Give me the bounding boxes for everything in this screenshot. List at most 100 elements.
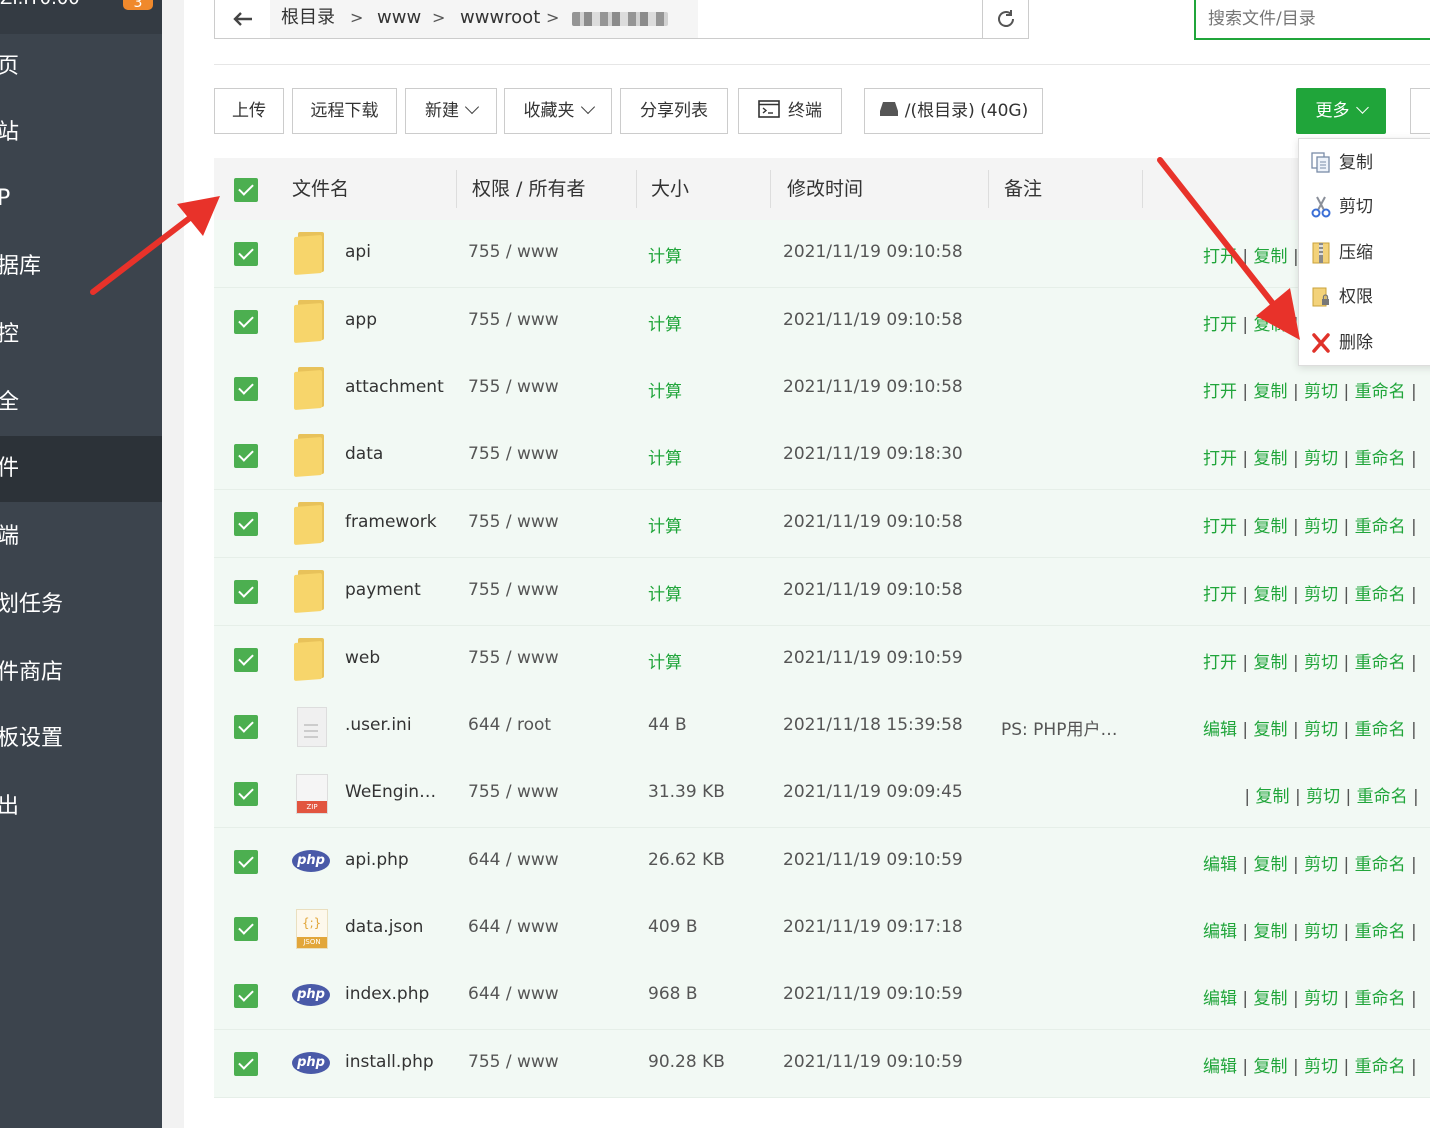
row-action-link[interactable]: 复制 bbox=[1254, 1057, 1288, 1077]
file-name[interactable]: .user.ini bbox=[345, 715, 412, 735]
row-checkbox[interactable] bbox=[234, 917, 258, 941]
table-row[interactable]: api 755 / www 计算 2021/11/19 09:10:58 打开 | 复制… bbox=[214, 220, 1430, 288]
refresh-button[interactable] bbox=[982, 0, 1029, 39]
table-row[interactable]: .user.ini 644 / root 44 B 2021/11/18 15:39:… bbox=[214, 693, 1430, 761]
breadcrumb-www[interactable]: www bbox=[377, 0, 421, 36]
remote-download-button[interactable]: 远程下载 bbox=[292, 88, 397, 134]
terminal-button[interactable]: 终端 bbox=[738, 88, 842, 134]
back-button[interactable] bbox=[214, 0, 272, 39]
sidebar-item-8[interactable]: 划任务 bbox=[0, 572, 162, 638]
file-size[interactable]: 计算 bbox=[648, 377, 682, 402]
sidebar-item-10[interactable]: 板设置 bbox=[0, 706, 162, 772]
row-action-link[interactable]: 重命名 bbox=[1357, 787, 1408, 807]
file-note[interactable]: PS: PHP用户… bbox=[1001, 715, 1117, 740]
row-action-link[interactable]: 复制 bbox=[1254, 855, 1288, 875]
file-permission[interactable]: 755 / www bbox=[468, 1052, 559, 1072]
row-action-link[interactable]: 剪切 bbox=[1304, 449, 1338, 469]
file-name[interactable]: web bbox=[345, 648, 380, 668]
column-header-note[interactable]: 备注 bbox=[1004, 158, 1042, 220]
file-name[interactable]: framework bbox=[345, 512, 437, 532]
row-checkbox[interactable] bbox=[234, 1052, 258, 1076]
row-action-link[interactable]: 复制 bbox=[1254, 382, 1288, 402]
breadcrumb-empty-area[interactable] bbox=[698, 0, 982, 38]
file-permission[interactable]: 755 / www bbox=[468, 310, 559, 330]
row-action-link[interactable]: 重命名 bbox=[1355, 585, 1406, 605]
row-action-link[interactable]: 复制 bbox=[1254, 247, 1288, 267]
select-all-checkbox[interactable] bbox=[234, 178, 258, 202]
search-input[interactable] bbox=[1194, 0, 1430, 40]
file-permission[interactable]: 755 / www bbox=[468, 648, 559, 668]
row-action-link[interactable]: 剪切 bbox=[1304, 653, 1338, 673]
row-action-link[interactable]: 复制 bbox=[1254, 922, 1288, 942]
file-permission[interactable]: 755 / www bbox=[468, 444, 559, 464]
row-action-link[interactable]: 复制 bbox=[1254, 653, 1288, 673]
file-name[interactable]: api.php bbox=[345, 850, 409, 870]
row-checkbox[interactable] bbox=[234, 310, 258, 334]
table-row[interactable]: php api.php 644 / www 26.62 KB 2021/11/19 09… bbox=[214, 828, 1430, 896]
sidebar-item-2[interactable]: P bbox=[0, 166, 162, 232]
menu-item-cut[interactable]: 剪切 bbox=[1299, 185, 1430, 229]
extra-toolbar-button[interactable] bbox=[1410, 88, 1430, 134]
sidebar-item-11[interactable]: 出 bbox=[0, 774, 162, 840]
file-permission[interactable]: 755 / www bbox=[468, 242, 559, 262]
row-action-link[interactable]: 打开 bbox=[1203, 382, 1237, 402]
sidebar-item-5[interactable]: 全 bbox=[0, 370, 162, 436]
row-action-link[interactable]: 剪切 bbox=[1304, 855, 1338, 875]
file-permission[interactable]: 755 / www bbox=[468, 782, 559, 802]
row-action-link[interactable]: 复制 bbox=[1254, 585, 1288, 605]
column-header-modified[interactable]: 修改时间 bbox=[787, 158, 863, 220]
row-action-link[interactable]: 剪切 bbox=[1304, 517, 1338, 537]
file-size[interactable]: 计算 bbox=[648, 580, 682, 605]
row-checkbox[interactable] bbox=[234, 715, 258, 739]
row-action-link[interactable]: 重命名 bbox=[1355, 922, 1406, 942]
file-permission[interactable]: 755 / www bbox=[468, 512, 559, 532]
file-permission[interactable]: 644 / www bbox=[468, 984, 559, 1004]
row-action-link[interactable]: 编辑 bbox=[1203, 720, 1237, 740]
row-action-link[interactable]: 打开 bbox=[1203, 653, 1237, 673]
upload-button[interactable]: 上传 bbox=[214, 88, 284, 134]
file-name[interactable]: install.php bbox=[345, 1052, 434, 1072]
row-action-link[interactable]: 剪切 bbox=[1304, 585, 1338, 605]
table-row[interactable]: attachment 755 / www 计算 2021/11/19 09:10:58… bbox=[214, 355, 1430, 423]
row-action-link[interactable]: 打开 bbox=[1203, 315, 1237, 335]
sidebar-item-1[interactable]: 站 bbox=[0, 100, 162, 166]
row-action-link[interactable]: 复制 bbox=[1254, 989, 1288, 1009]
table-row[interactable]: ZIP WeEngin… 755 / www 31.39 KB 2021/11/19 0… bbox=[214, 760, 1430, 828]
share-list-button[interactable]: 分享列表 bbox=[620, 88, 728, 134]
menu-item-compress[interactable]: 压缩 bbox=[1299, 231, 1430, 275]
table-row[interactable]: php install.php 755 / www 90.28 KB 2021/11/1… bbox=[214, 1030, 1430, 1098]
favorites-button[interactable]: 收藏夹 bbox=[504, 88, 612, 134]
row-checkbox[interactable] bbox=[234, 984, 258, 1008]
column-header-size[interactable]: 大小 bbox=[651, 158, 689, 220]
row-action-link[interactable]: 复制 bbox=[1254, 449, 1288, 469]
file-name[interactable]: app bbox=[345, 310, 377, 330]
file-permission[interactable]: 644 / www bbox=[468, 917, 559, 937]
row-action-link[interactable]: 重命名 bbox=[1355, 720, 1406, 740]
row-checkbox[interactable] bbox=[234, 242, 258, 266]
notification-badge[interactable]: 3 bbox=[123, 0, 153, 11]
menu-item-copy[interactable]: 复制 bbox=[1299, 141, 1430, 185]
row-action-link[interactable]: 剪切 bbox=[1304, 720, 1338, 740]
row-checkbox[interactable] bbox=[234, 444, 258, 468]
row-checkbox[interactable] bbox=[234, 648, 258, 672]
sidebar-item-9[interactable]: 件商店 bbox=[0, 640, 162, 706]
file-permission[interactable]: 644 / www bbox=[468, 850, 559, 870]
row-checkbox[interactable] bbox=[234, 782, 258, 806]
row-action-link[interactable]: 复制 bbox=[1256, 787, 1290, 807]
file-name[interactable]: payment bbox=[345, 580, 421, 600]
menu-item-delete[interactable]: 删除 bbox=[1299, 321, 1430, 365]
sidebar-item-3[interactable]: 据库 bbox=[0, 234, 162, 300]
file-name[interactable]: data bbox=[345, 444, 383, 464]
file-permission[interactable]: 755 / www bbox=[468, 377, 559, 397]
row-action-link[interactable]: 重命名 bbox=[1355, 1057, 1406, 1077]
row-action-link[interactable]: 复制 bbox=[1254, 517, 1288, 537]
row-action-link[interactable]: 编辑 bbox=[1203, 1057, 1237, 1077]
file-name[interactable]: attachment bbox=[345, 377, 444, 397]
row-action-link[interactable]: 复制 bbox=[1254, 720, 1288, 740]
file-size[interactable]: 计算 bbox=[648, 444, 682, 469]
disk-button[interactable]: /(根目录) (40G) bbox=[864, 88, 1043, 134]
row-action-link[interactable]: 剪切 bbox=[1304, 922, 1338, 942]
row-action-link[interactable]: 剪切 bbox=[1304, 989, 1338, 1009]
sidebar-item-6[interactable]: 件 bbox=[0, 436, 162, 502]
row-action-link[interactable]: 重命名 bbox=[1355, 989, 1406, 1009]
